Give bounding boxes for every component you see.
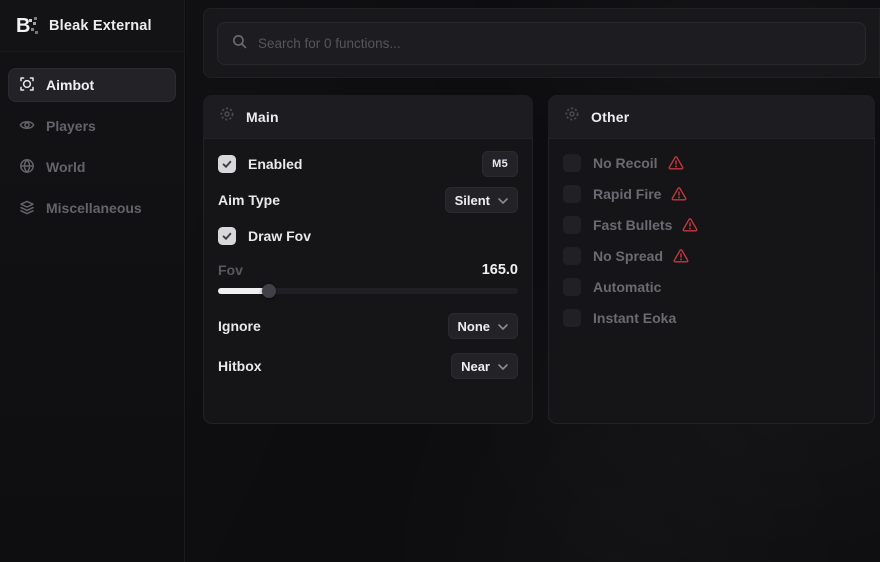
panel-other-header: Other	[548, 95, 875, 139]
gear-icon	[219, 106, 235, 127]
warning-icon	[673, 249, 689, 263]
aim-type-value: Silent	[455, 193, 490, 208]
enabled-keybind-button[interactable]: M5	[482, 151, 518, 177]
ignore-label: Ignore	[218, 318, 261, 334]
sidebar-item-aimbot[interactable]: Aimbot	[8, 68, 176, 102]
checkmark-icon	[221, 230, 233, 242]
panel-title: Main	[246, 109, 279, 125]
sidebar-item-miscellaneous[interactable]: Miscellaneous	[8, 191, 176, 225]
enabled-label: Enabled	[248, 156, 302, 172]
sidebar-item-label: Miscellaneous	[46, 200, 142, 216]
other-option-row[interactable]: Instant Eoka	[563, 306, 860, 330]
globe-icon	[19, 158, 35, 177]
other-option-row[interactable]: Fast Bullets	[563, 213, 860, 237]
hitbox-dropdown[interactable]: Near	[451, 353, 518, 379]
other-option-row[interactable]: No Recoil	[563, 151, 860, 175]
warning-icon	[682, 218, 698, 232]
panel-main: Main Enabled M5 Aim Type	[203, 95, 533, 424]
search-panel	[203, 8, 880, 78]
sidebar-item-label: Players	[46, 118, 96, 134]
content-area: Main Enabled M5 Aim Type	[186, 0, 880, 562]
search-icon	[232, 34, 247, 54]
checkmark-icon	[221, 158, 233, 170]
fov-value: 165.0	[482, 262, 518, 278]
sidebar-item-players[interactable]: Players	[8, 109, 176, 143]
option-label: Rapid Fire	[593, 186, 661, 202]
ignore-dropdown[interactable]: None	[448, 313, 519, 339]
search-box[interactable]	[217, 22, 866, 65]
gear-icon	[564, 106, 580, 127]
option-label: Automatic	[593, 279, 661, 295]
draw-fov-checkbox[interactable]	[218, 227, 236, 245]
fov-slider-thumb[interactable]	[262, 284, 276, 298]
panel-title: Other	[591, 109, 629, 125]
sidebar-item-label: Aimbot	[46, 77, 94, 93]
option-label: No Recoil	[593, 155, 658, 171]
warning-icon	[671, 187, 687, 201]
sidebar-item-label: World	[46, 159, 85, 175]
sidebar-item-world[interactable]: World	[8, 150, 176, 184]
hitbox-value: Near	[461, 359, 490, 374]
sidebar: B Bleak External Aimbot	[0, 0, 185, 562]
search-input[interactable]	[258, 36, 851, 51]
option-checkbox[interactable]	[563, 278, 581, 296]
option-label: Fast Bullets	[593, 217, 672, 233]
option-checkbox[interactable]	[563, 247, 581, 265]
ignore-value: None	[458, 319, 491, 334]
warning-icon	[668, 156, 684, 170]
draw-fov-label: Draw Fov	[248, 228, 311, 244]
fov-label: Fov	[218, 262, 243, 278]
app-window: B Bleak External Aimbot	[0, 0, 880, 562]
option-checkbox[interactable]	[563, 185, 581, 203]
glitch-b-logo-icon: B	[16, 15, 38, 37]
other-option-row[interactable]: Rapid Fire	[563, 182, 860, 206]
option-label: No Spread	[593, 248, 663, 264]
other-option-row[interactable]: Automatic	[563, 275, 860, 299]
sidebar-nav: Aimbot Players World	[8, 68, 176, 232]
hitbox-label: Hitbox	[218, 358, 262, 374]
aim-type-dropdown[interactable]: Silent	[445, 187, 518, 213]
chevron-down-icon	[498, 317, 508, 335]
panel-other: Other No Recoil Rapid Fire	[548, 95, 875, 424]
option-checkbox[interactable]	[563, 309, 581, 327]
chevron-down-icon	[498, 357, 508, 375]
eye-icon	[19, 117, 35, 136]
option-checkbox[interactable]	[563, 216, 581, 234]
option-label: Instant Eoka	[593, 310, 676, 326]
other-option-row[interactable]: No Spread	[563, 244, 860, 268]
app-title: Bleak External	[49, 18, 152, 34]
app-logo: B Bleak External	[0, 0, 184, 52]
crosshair-icon	[19, 76, 35, 95]
panel-main-header: Main	[203, 95, 533, 139]
option-checkbox[interactable]	[563, 154, 581, 172]
chevron-down-icon	[498, 191, 508, 209]
aim-type-label: Aim Type	[218, 192, 280, 208]
fov-slider[interactable]	[218, 284, 518, 298]
layers-icon	[19, 199, 35, 218]
enabled-checkbox[interactable]	[218, 155, 236, 173]
